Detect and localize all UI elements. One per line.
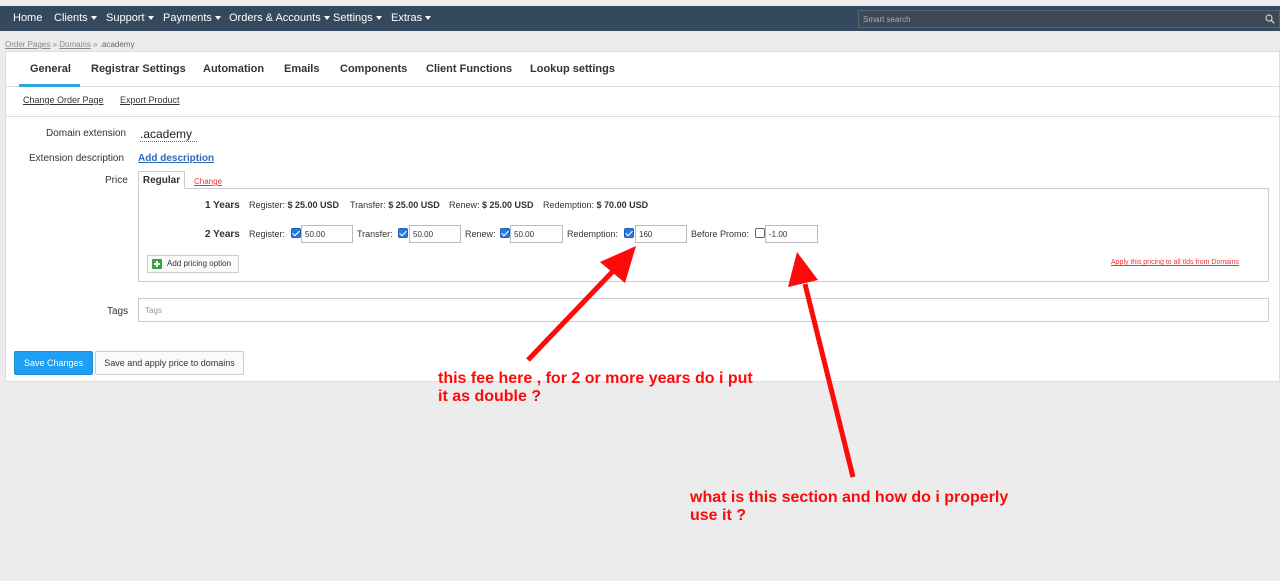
nav-extras-label: Extras xyxy=(391,12,423,24)
tags-label: Tags xyxy=(107,306,129,317)
annotation-note-1-line-1: this fee here , for 2 or more years do i… xyxy=(438,370,753,387)
row1-register-value: $ 25.00 USD xyxy=(287,200,340,210)
breadcrumb: Order Pages » Domains » .academy xyxy=(5,40,134,49)
row2-transfer-label: Transfer: xyxy=(357,229,393,239)
tab-components[interactable]: Components xyxy=(340,63,407,75)
caret-down-icon xyxy=(147,16,154,21)
row2-register-input[interactable] xyxy=(301,225,353,243)
domain-extension-label: Domain extension xyxy=(46,128,127,139)
caret-down-icon xyxy=(214,16,221,21)
nav-payments-label: Payments xyxy=(163,12,212,24)
nav-support-label: Support xyxy=(106,12,145,24)
smart-search xyxy=(858,10,1280,28)
breadcrumb-order-pages[interactable]: Order Pages xyxy=(5,40,50,49)
nav-orders-label: Orders & Accounts xyxy=(229,12,321,24)
row2-redemption-input[interactable] xyxy=(635,225,687,243)
row2-before-promo-label: Before Promo: xyxy=(691,229,750,239)
row1-register: Register: $ 25.00 USD xyxy=(249,200,339,210)
nav-orders-accounts[interactable]: Orders & Accounts xyxy=(229,6,330,31)
change-order-page-link[interactable]: Change Order Page xyxy=(23,95,104,105)
export-product-link[interactable]: Export Product xyxy=(120,95,180,105)
caret-down-icon xyxy=(90,16,97,21)
tab-bar: General Registrar Settings Automation Em… xyxy=(6,52,1279,87)
row1-renew-value: $ 25.00 USD xyxy=(482,200,534,210)
row2-before-promo-checkbox[interactable] xyxy=(755,228,765,238)
spellcheck-underline xyxy=(140,141,197,142)
row2-renew-label: Renew: xyxy=(465,229,496,239)
row2-before-promo-input[interactable] xyxy=(765,225,818,243)
extension-description-label: Extension description xyxy=(29,153,125,164)
price-tab-regular[interactable]: Regular xyxy=(138,171,185,189)
tab-general[interactable]: General xyxy=(30,63,71,75)
breadcrumb-separator: » xyxy=(93,40,98,49)
caret-down-icon xyxy=(425,16,432,21)
annotation-note-1-line-2: it as double ? xyxy=(438,388,542,405)
annotation-note-1: this fee here , for 2 or more years do i… xyxy=(438,370,753,406)
price-change-link[interactable]: Change xyxy=(194,177,222,186)
pricing-row2-label: 2 Years xyxy=(205,229,240,240)
annotation-note-2-line-1: what is this section and how do i proper… xyxy=(690,489,1009,506)
nav-clients-label: Clients xyxy=(54,12,88,24)
row2-renew-input[interactable] xyxy=(510,225,563,243)
breadcrumb-current: .academy xyxy=(99,40,135,49)
row2-register-label: Register: xyxy=(249,229,286,239)
nav-settings-label: Settings xyxy=(333,12,373,24)
tab-lookup-settings[interactable]: Lookup settings xyxy=(530,63,615,75)
row2-register-checkbox[interactable] xyxy=(291,228,301,238)
add-pricing-option-label: Add pricing option xyxy=(167,259,232,268)
row1-renew: Renew: $ 25.00 USD xyxy=(449,200,534,210)
tags-input[interactable] xyxy=(138,298,1269,322)
row1-transfer-value: $ 25.00 USD xyxy=(388,200,440,210)
row2-transfer-input[interactable] xyxy=(409,225,461,243)
breadcrumb-separator: » xyxy=(52,40,58,49)
apply-pricing-all-tlds-link[interactable]: Apply this pricing to all tlds from Doma… xyxy=(1111,259,1239,266)
row1-redemption-label: Redemption: xyxy=(543,200,595,210)
sub-navigation: Change Order Page Export Product xyxy=(6,87,1279,117)
annotation-note-2-line-2: use it ? xyxy=(690,507,747,524)
nav-home[interactable]: Home xyxy=(13,6,42,31)
nav-settings[interactable]: Settings xyxy=(333,6,382,31)
row2-redemption-checkbox[interactable] xyxy=(624,228,634,238)
row1-register-label: Register: xyxy=(249,200,286,210)
annotation-note-2: what is this section and how do i proper… xyxy=(690,489,1008,525)
pricing-row1-label: 1 Years xyxy=(205,200,240,211)
save-apply-price-button[interactable]: Save and apply price to domains xyxy=(95,351,244,375)
tab-registrar-settings[interactable]: Registrar Settings xyxy=(91,63,186,75)
breadcrumb-domains[interactable]: Domains xyxy=(59,40,91,49)
row1-transfer: Transfer: $ 25.00 USD xyxy=(350,200,440,210)
main-panel: General Registrar Settings Automation Em… xyxy=(5,51,1280,382)
domain-extension-value: .academy xyxy=(140,127,193,141)
row2-renew-checkbox[interactable] xyxy=(500,228,510,238)
tab-emails[interactable]: Emails xyxy=(284,63,319,75)
top-navbar: Home Clients Support Payments Orders & A… xyxy=(0,6,1280,31)
caret-down-icon xyxy=(323,16,330,21)
nav-extras[interactable]: Extras xyxy=(391,6,432,31)
price-tab-label: Regular xyxy=(142,175,181,186)
add-pricing-option-button[interactable]: Add pricing option xyxy=(147,255,239,273)
search-icon[interactable] xyxy=(1265,14,1275,24)
tab-automation[interactable]: Automation xyxy=(203,63,264,75)
row2-redemption-label: Redemption: xyxy=(567,229,619,239)
caret-down-icon xyxy=(375,16,382,21)
row1-redemption-value: $ 70.00 USD xyxy=(596,200,649,210)
add-description-link[interactable]: Add description xyxy=(138,153,214,164)
row1-redemption: Redemption: $ 70.00 USD xyxy=(543,200,648,210)
plus-icon xyxy=(152,259,162,269)
nav-home-label: Home xyxy=(13,12,43,24)
nav-payments[interactable]: Payments xyxy=(163,6,221,31)
nav-support[interactable]: Support xyxy=(106,6,154,31)
tab-client-functions[interactable]: Client Functions xyxy=(426,63,512,75)
save-changes-button[interactable]: Save Changes xyxy=(14,351,93,375)
row1-transfer-label: Transfer: xyxy=(350,200,386,210)
price-label: Price xyxy=(105,175,128,186)
nav-clients[interactable]: Clients xyxy=(54,6,97,31)
smart-search-input[interactable] xyxy=(859,11,1279,27)
row1-renew-label: Renew: xyxy=(449,200,480,210)
row2-transfer-checkbox[interactable] xyxy=(398,228,408,238)
